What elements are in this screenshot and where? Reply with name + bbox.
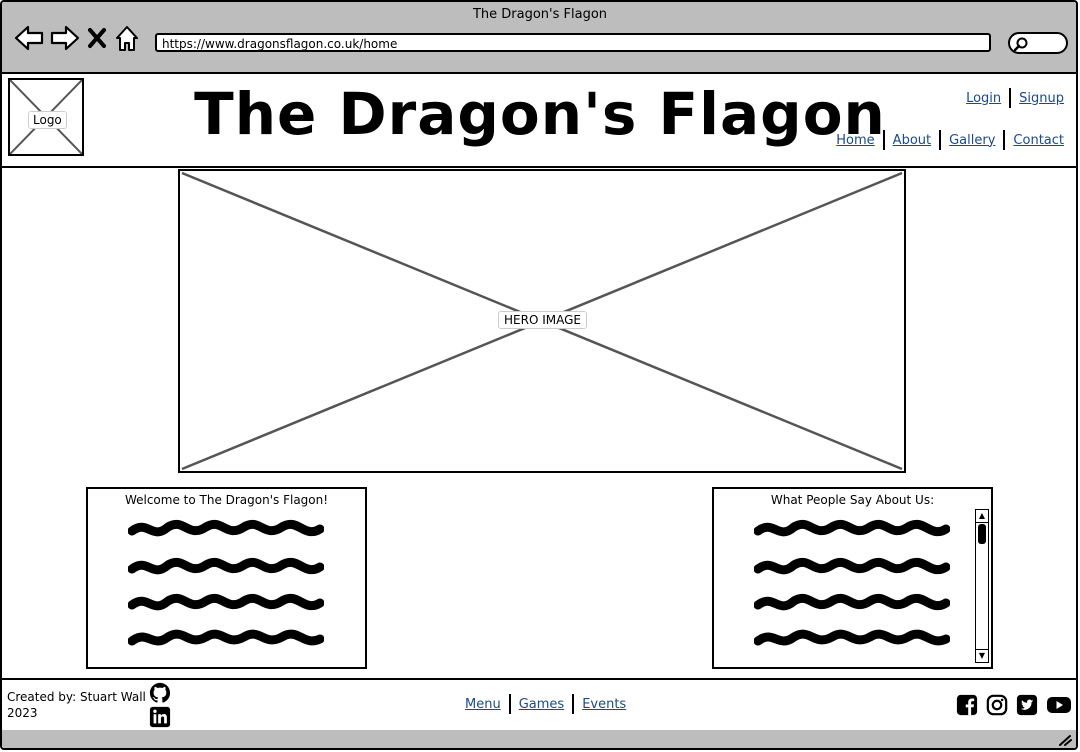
footer-link-games[interactable]: Games <box>519 697 564 712</box>
reviews-title: What People Say About Us: <box>770 493 935 507</box>
nav-home[interactable]: Home <box>836 133 874 148</box>
instagram-icon[interactable] <box>986 694 1008 716</box>
reviews-panel: What People Say About Us: ▲ ▼ <box>712 487 993 669</box>
credit-year: 2023 <box>7 706 38 720</box>
close-icon[interactable] <box>86 26 108 50</box>
footer-nav: Menu Games Events <box>465 694 626 714</box>
facebook-icon[interactable] <box>956 694 978 716</box>
reviews-scrollbar[interactable]: ▲ ▼ <box>975 509 989 663</box>
nav-contact[interactable]: Contact <box>1013 133 1064 148</box>
hero-image-placeholder: HERO IMAGE <box>178 169 906 473</box>
resize-grip-icon[interactable] <box>1058 734 1072 746</box>
scroll-down-icon[interactable]: ▼ <box>976 649 988 662</box>
browser-window: The Dragon's Flagon https://www.dragonsf… <box>0 0 1078 750</box>
divider <box>1003 130 1006 150</box>
address-bar[interactable]: https://www.dragonsflagon.co.uk/home <box>155 33 991 52</box>
signup-link[interactable]: Signup <box>1019 91 1064 106</box>
site-header: Logo The Dragon's Flagon Login Signup Ho… <box>2 74 1076 168</box>
divider <box>1009 88 1012 108</box>
main-nav: Home About Gallery Contact <box>836 130 1064 150</box>
text-placeholder-scribble <box>128 519 324 646</box>
youtube-icon[interactable] <box>1046 694 1072 716</box>
divider <box>508 694 511 714</box>
hero-image-label: HERO IMAGE <box>498 311 587 329</box>
browser-search-field[interactable] <box>1008 32 1068 54</box>
forward-arrow-icon[interactable] <box>50 24 80 52</box>
auth-links: Login Signup <box>966 88 1064 108</box>
linkedin-icon[interactable] <box>148 706 172 728</box>
browser-chrome: The Dragon's Flagon https://www.dragonsf… <box>2 2 1076 74</box>
divider <box>572 694 575 714</box>
twitter-icon[interactable] <box>1016 694 1038 716</box>
divider <box>939 130 942 150</box>
nav-about[interactable]: About <box>893 133 931 148</box>
nav-gallery[interactable]: Gallery <box>949 133 995 148</box>
window-title: The Dragon's Flagon <box>472 7 608 22</box>
site-footer: Created by: Stuart Wall 2023 Menu Games … <box>2 678 1076 732</box>
divider <box>882 130 885 150</box>
home-icon[interactable] <box>114 24 140 52</box>
github-icon[interactable] <box>148 682 172 704</box>
login-link[interactable]: Login <box>966 91 1001 106</box>
social-links <box>956 694 1072 716</box>
scroll-thumb[interactable] <box>978 524 986 544</box>
search-icon <box>1014 37 1028 51</box>
footer-link-events[interactable]: Events <box>582 697 626 712</box>
credit-author: Created by: Stuart Wall <box>7 690 146 704</box>
browser-status-bar <box>2 730 1076 748</box>
scroll-up-icon[interactable]: ▲ <box>976 510 988 523</box>
welcome-title: Welcome to The Dragon's Flagon! <box>124 493 329 507</box>
footer-link-menu[interactable]: Menu <box>465 697 501 712</box>
footer-credit: Created by: Stuart Wall 2023 <box>7 689 146 721</box>
welcome-panel: Welcome to The Dragon's Flagon! <box>86 487 367 669</box>
back-arrow-icon[interactable] <box>14 24 44 52</box>
text-placeholder-scribble <box>754 519 950 646</box>
